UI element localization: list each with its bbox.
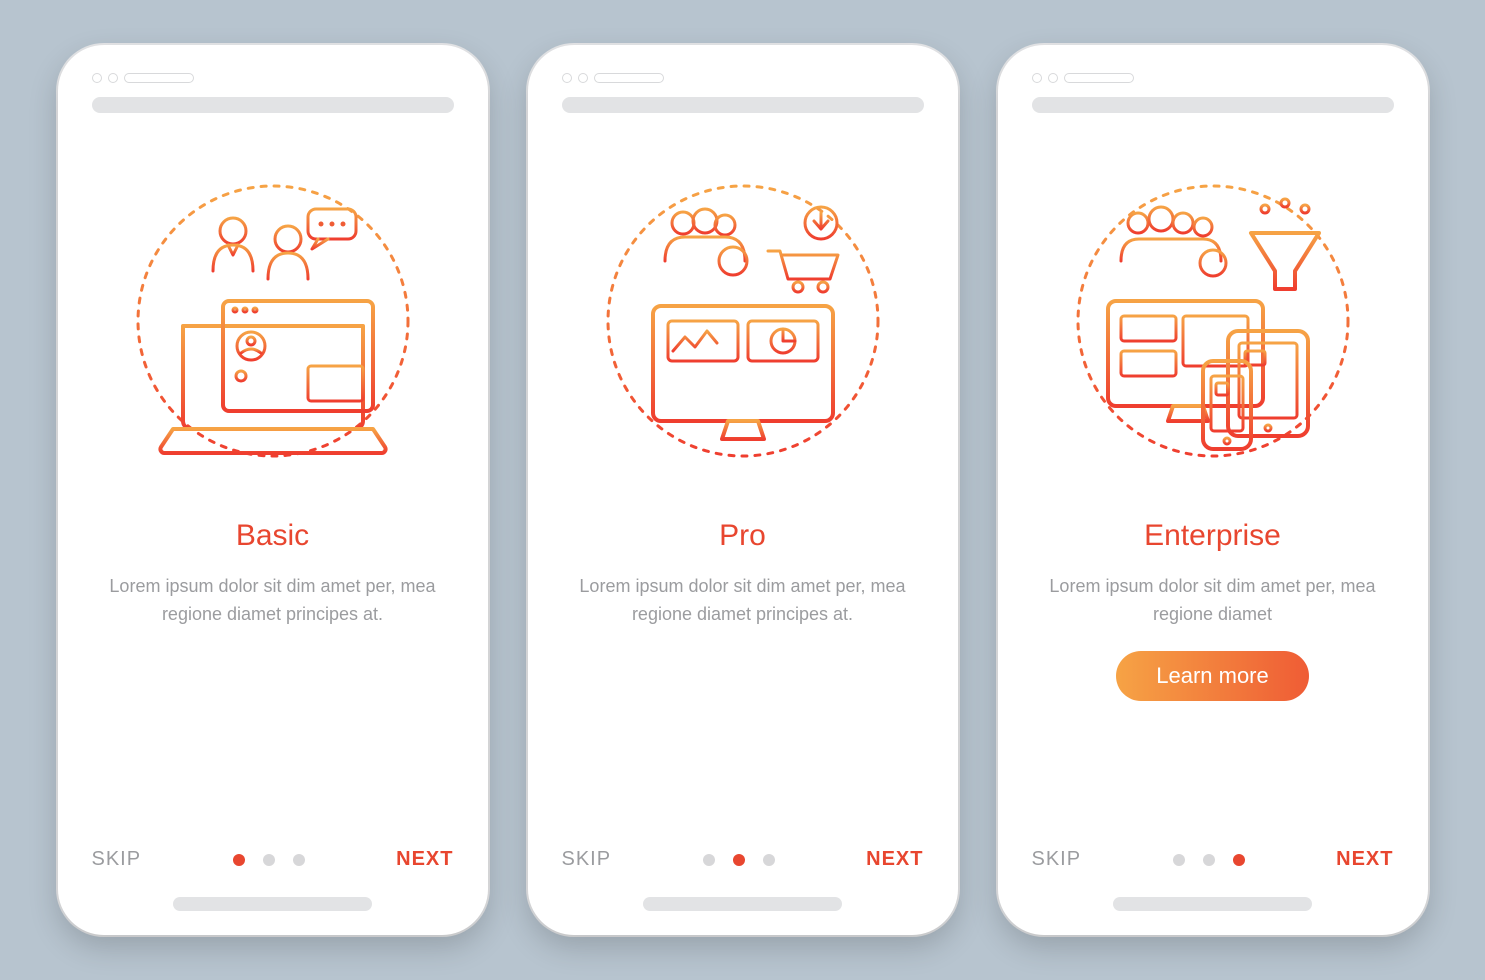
device-notch (562, 73, 924, 83)
onboarding-nav: SKIP NEXT (562, 848, 924, 871)
plan-description: Lorem ipsum dolor sit dim amet per, mea … (562, 573, 924, 629)
skip-button[interactable]: SKIP (92, 848, 142, 871)
next-button[interactable]: NEXT (396, 848, 453, 871)
plan-title: Enterprise (1032, 519, 1394, 553)
onboarding-nav: SKIP NEXT (92, 848, 454, 871)
page-dot-1[interactable] (703, 854, 715, 866)
page-dot-2[interactable] (263, 854, 275, 866)
next-button[interactable]: NEXT (1336, 848, 1393, 871)
page-dot-1[interactable] (233, 854, 245, 866)
plan-title: Basic (92, 519, 454, 553)
next-button[interactable]: NEXT (866, 848, 923, 871)
plan-description: Lorem ipsum dolor sit dim amet per, mea … (1032, 573, 1394, 629)
pro-illustration (562, 131, 924, 511)
page-dot-1[interactable] (1173, 854, 1185, 866)
learn-more-button[interactable]: Learn more (1116, 651, 1309, 701)
plan-description: Lorem ipsum dolor sit dim amet per, mea … (92, 573, 454, 629)
onboarding-screen-basic: Basic Lorem ipsum dolor sit dim amet per… (58, 45, 488, 935)
skip-button[interactable]: SKIP (1032, 848, 1082, 871)
page-dots (703, 854, 775, 866)
device-notch (1032, 73, 1394, 83)
status-bar (92, 97, 454, 113)
onboarding-screen-pro: Pro Lorem ipsum dolor sit dim amet per, … (528, 45, 958, 935)
onboarding-screen-enterprise: Enterprise Lorem ipsum dolor sit dim ame… (998, 45, 1428, 935)
onboarding-nav: SKIP NEXT (1032, 848, 1394, 871)
page-dot-2[interactable] (733, 854, 745, 866)
basic-illustration (92, 131, 454, 511)
home-indicator (643, 897, 842, 911)
enterprise-illustration (1032, 131, 1394, 511)
page-dot-2[interactable] (1203, 854, 1215, 866)
status-bar (562, 97, 924, 113)
page-dot-3[interactable] (293, 854, 305, 866)
device-notch (92, 73, 454, 83)
home-indicator (1113, 897, 1312, 911)
status-bar (1032, 97, 1394, 113)
page-dots (1173, 854, 1245, 866)
page-dots (233, 854, 305, 866)
plan-title: Pro (562, 519, 924, 553)
page-dot-3[interactable] (763, 854, 775, 866)
skip-button[interactable]: SKIP (562, 848, 612, 871)
home-indicator (173, 897, 372, 911)
page-dot-3[interactable] (1233, 854, 1245, 866)
